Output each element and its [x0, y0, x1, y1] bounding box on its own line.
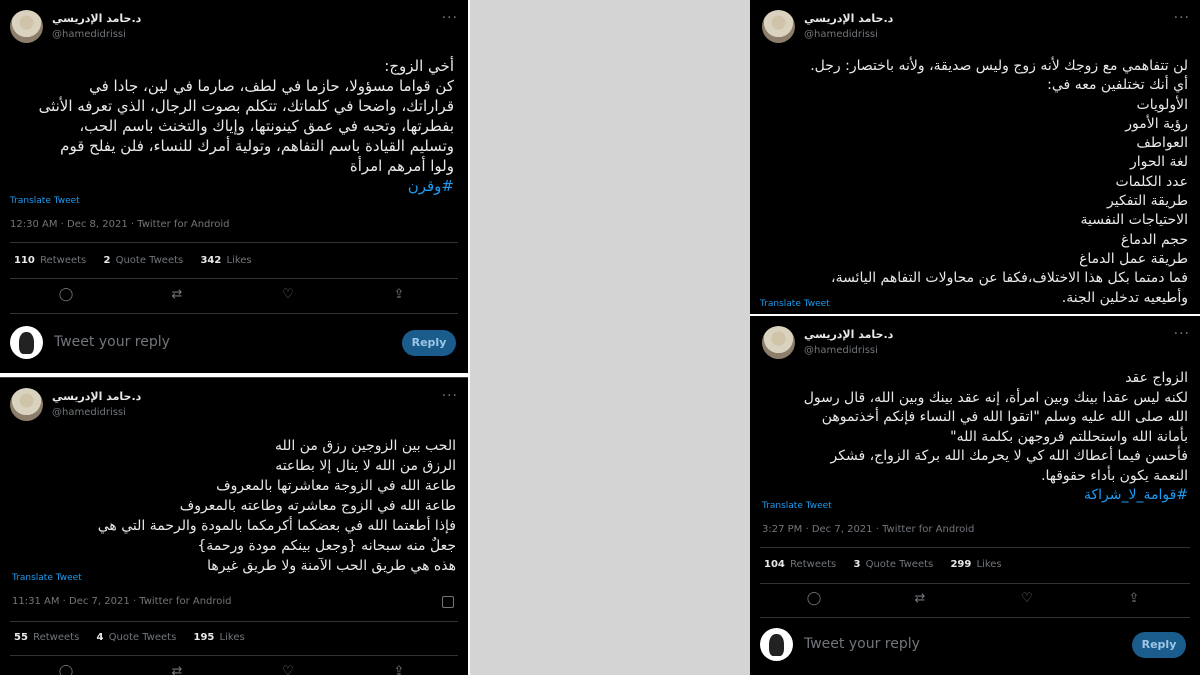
tweet-text: أخي الزوج: كن قواما مسؤولا، حازما في لطف…	[14, 56, 454, 196]
tweet-author[interactable]: د.حامد الإدريسي @hamedidrissi	[10, 388, 450, 422]
translate-tweet-link[interactable]: Translate Tweet	[762, 501, 832, 511]
tweet-actions: ◯ ⇄ ♡ ⇪	[0, 662, 460, 675]
retweet-count[interactable]: 104 Retweets	[764, 559, 836, 570]
author-avatar[interactable]	[762, 326, 795, 359]
hashtag-link[interactable]: #وقرن	[14, 176, 454, 196]
more-icon[interactable]: ···	[442, 388, 458, 404]
divider	[10, 278, 458, 279]
reply-icon[interactable]: ◯	[804, 589, 824, 609]
author-name[interactable]: د.حامد الإدريسي	[52, 12, 141, 25]
tweet-panel-top-left: د.حامد الإدريسي @hamedidrissi ··· أخي ال…	[0, 0, 468, 373]
reply-input[interactable]: Tweet your reply	[804, 636, 920, 652]
quote-count[interactable]: 2 Quote Tweets	[103, 255, 183, 266]
tweet-stats: 110 Retweets 2 Quote Tweets 342 Likes	[14, 255, 266, 266]
divider	[10, 655, 458, 656]
tweet-stats: 55 Retweets 4 Quote Tweets 195 Likes	[14, 632, 259, 643]
tweet-actions: ◯ ⇄ ♡ ⇪	[0, 285, 460, 305]
author-name[interactable]: د.حامد الإدريسي	[804, 12, 893, 25]
divider	[10, 313, 458, 314]
tweet-stats: 104 Retweets 3 Quote Tweets 299 Likes	[764, 559, 1016, 570]
translate-tweet-link[interactable]: Translate Tweet	[12, 573, 82, 583]
tweet-author[interactable]: د.حامد الإدريسي @hamedidrissi	[10, 10, 450, 44]
retweet-icon[interactable]: ⇄	[167, 662, 187, 675]
divider	[10, 242, 458, 243]
tweet-panel-top-right: د.حامد الإدريسي @hamedidrissi ··· لن تتف…	[750, 0, 1200, 314]
reply-input[interactable]: Tweet your reply	[54, 334, 170, 350]
retweet-count[interactable]: 55 Retweets	[14, 632, 79, 643]
more-icon[interactable]: ···	[1174, 326, 1190, 342]
analytics-icon[interactable]	[442, 596, 454, 608]
user-avatar[interactable]	[760, 628, 793, 661]
like-count[interactable]: 342 Likes	[200, 255, 251, 266]
author-handle[interactable]: @hamedidrissi	[804, 345, 878, 356]
reply-icon[interactable]: ◯	[56, 285, 76, 305]
more-icon[interactable]: ···	[1174, 10, 1190, 26]
tweet-timestamp[interactable]: 3:27 PM · Dec 7, 2021 · Twitter for Andr…	[762, 524, 974, 535]
divider	[760, 617, 1190, 618]
retweet-icon[interactable]: ⇄	[167, 285, 187, 305]
share-icon[interactable]: ⇪	[1124, 589, 1144, 609]
user-avatar[interactable]	[10, 326, 43, 359]
retweet-count[interactable]: 110 Retweets	[14, 255, 86, 266]
background-gap	[470, 0, 750, 675]
tweet-text: الزواج عقد لكنه ليس عقدا بينك وبين امرأة…	[758, 369, 1188, 506]
author-name[interactable]: د.حامد الإدريسي	[52, 390, 141, 403]
author-name[interactable]: د.حامد الإدريسي	[804, 328, 893, 341]
reply-button[interactable]: Reply	[1132, 632, 1186, 658]
tweet-panel-bottom-left: د.حامد الإدريسي @hamedidrissi ··· الحب ب…	[0, 377, 468, 675]
reply-composer: Tweet your reply Reply	[760, 625, 1186, 665]
divider	[760, 547, 1190, 548]
like-count[interactable]: 299 Likes	[950, 559, 1001, 570]
like-icon[interactable]: ♡	[1017, 589, 1037, 609]
reply-button[interactable]: Reply	[402, 330, 456, 356]
tweet-text: الحب بين الزوجين رزق من الله الرزق من ال…	[97, 438, 456, 574]
tweet-timestamp[interactable]: 12:30 AM · Dec 8, 2021 · Twitter for And…	[10, 219, 230, 230]
reply-composer: Tweet your reply Reply	[10, 323, 456, 363]
retweet-icon[interactable]: ⇄	[910, 589, 930, 609]
translate-tweet-link[interactable]: Translate Tweet	[760, 299, 830, 309]
share-icon[interactable]: ⇪	[389, 285, 409, 305]
quote-count[interactable]: 4 Quote Tweets	[96, 632, 176, 643]
tweet-text: لن تتفاهمي مع زوجك لأنه زوج وليس صديقة، …	[810, 58, 1188, 306]
author-avatar[interactable]	[762, 10, 795, 43]
like-count[interactable]: 195 Likes	[193, 632, 244, 643]
share-icon[interactable]: ⇪	[389, 662, 409, 675]
tweet-panel-bottom-right: د.حامد الإدريسي @hamedidrissi ··· الزواج…	[750, 316, 1200, 675]
reply-icon[interactable]: ◯	[56, 662, 76, 675]
author-handle[interactable]: @hamedidrissi	[52, 407, 126, 418]
tweet-actions: ◯ ⇄ ♡ ⇪	[750, 589, 1200, 609]
like-icon[interactable]: ♡	[278, 285, 298, 305]
author-avatar[interactable]	[10, 10, 43, 43]
divider	[760, 583, 1190, 584]
divider	[10, 621, 458, 622]
like-icon[interactable]: ♡	[278, 662, 298, 675]
more-icon[interactable]: ···	[442, 10, 458, 26]
author-avatar[interactable]	[10, 388, 43, 421]
tweet-author[interactable]: د.حامد الإدريسي @hamedidrissi	[762, 326, 1200, 360]
tweet-timestamp[interactable]: 11:31 AM · Dec 7, 2021 · Twitter for And…	[12, 596, 232, 607]
tweet-author[interactable]: د.حامد الإدريسي @hamedidrissi	[762, 10, 1200, 44]
quote-count[interactable]: 3 Quote Tweets	[853, 559, 933, 570]
author-handle[interactable]: @hamedidrissi	[52, 29, 126, 40]
author-handle[interactable]: @hamedidrissi	[804, 29, 878, 40]
translate-tweet-link[interactable]: Translate Tweet	[10, 196, 80, 206]
